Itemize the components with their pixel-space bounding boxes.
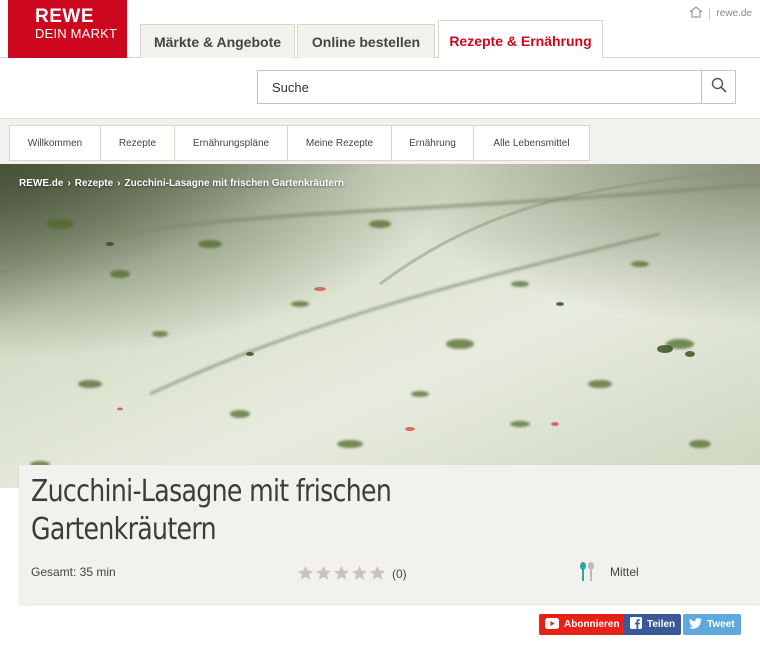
logo-tagline: DEIN MARKT [35, 26, 118, 41]
subnav-label: Willkommen [27, 137, 83, 149]
subnav-item-ernaehrungsplaene[interactable]: Ernährungspläne [175, 125, 288, 161]
breadcrumb-link-rezepte[interactable]: Rezepte [75, 178, 113, 189]
search-input[interactable] [258, 71, 701, 103]
search-box [257, 70, 736, 104]
search-bar-row [0, 58, 760, 118]
breadcrumb-current: Zucchini-Lasagne mit frischen Gartenkräu… [124, 178, 345, 189]
tab-online-bestellen[interactable]: Online bestellen [297, 24, 435, 59]
divider [709, 7, 711, 20]
twitter-icon [689, 617, 702, 632]
total-time: Gesamt: 35 min [31, 565, 116, 579]
home-icon[interactable] [689, 6, 703, 21]
star-icon [333, 565, 350, 586]
twitter-label: Tweet [707, 619, 735, 630]
subnav-label: Ernährung [409, 137, 456, 149]
recipe-header-card: Zucchini-Lasagne mit frischen Gartenkräu… [19, 465, 760, 604]
rating-count: (0) [392, 567, 407, 581]
star-icon [297, 565, 314, 586]
star-icon [315, 565, 332, 586]
facebook-label: Teilen [647, 619, 676, 630]
youtube-label: Abonnieren [564, 619, 620, 630]
rewe-logo[interactable]: REWE DEIN MARKT [8, 0, 127, 58]
youtube-subscribe-button[interactable]: Abonnieren [539, 614, 626, 635]
search-button[interactable] [701, 71, 735, 103]
difficulty-spoons-icon [579, 562, 597, 587]
tab-maerkte-angebote[interactable]: Märkte & Angebote [140, 24, 295, 59]
subnav-item-willkommen[interactable]: Willkommen [9, 125, 101, 161]
star-icon [351, 565, 368, 586]
facebook-icon [630, 617, 642, 632]
rating-stars[interactable] [297, 565, 386, 586]
youtube-icon [545, 617, 559, 632]
tab-label: Märkte & Angebote [153, 34, 282, 50]
twitter-tweet-button[interactable]: Tweet [683, 614, 741, 635]
recipe-hero-image: REWE.de › Rezepte › Zucchini-Lasagne mit… [0, 164, 760, 488]
star-icon [369, 565, 386, 586]
breadcrumb-link-home[interactable]: REWE.de [19, 178, 63, 189]
tab-rezepte-ernaehrung[interactable]: Rezepte & Ernährung [438, 20, 603, 60]
subnav: Willkommen Rezepte Ernährungspläne Meine… [9, 125, 590, 161]
logo-wordmark: REWE [35, 6, 94, 27]
recipe-title: Zucchini-Lasagne mit frischen Gartenkräu… [31, 474, 392, 547]
subnav-label: Alle Lebensmittel [493, 137, 570, 149]
breadcrumb: REWE.de › Rezepte › Zucchini-Lasagne mit… [19, 178, 344, 189]
subnav-label: Meine Rezepte [305, 137, 374, 149]
subnav-label: Ernährungspläne [192, 137, 270, 149]
top-utility-links: rewe.de [689, 6, 752, 21]
lasagne-photo [0, 164, 760, 488]
facebook-share-button[interactable]: Teilen [624, 614, 682, 635]
subnav-item-alle-lebensmittel[interactable]: Alle Lebensmittel [474, 125, 590, 161]
tab-label: Online bestellen [311, 34, 421, 50]
subnav-label: Rezepte [118, 137, 157, 149]
subnav-item-rezepte[interactable]: Rezepte [101, 125, 175, 161]
subnav-item-ernaehrung[interactable]: Ernährung [392, 125, 474, 161]
tab-label: Rezepte & Ernährung [449, 32, 592, 49]
difficulty-label: Mittel [610, 565, 639, 579]
search-icon [711, 77, 727, 98]
site-link[interactable]: rewe.de [716, 8, 752, 19]
subnav-bar: Willkommen Rezepte Ernährungspläne Meine… [0, 118, 760, 166]
site-header: REWE DEIN MARKT Märkte & Angebote Online… [0, 0, 760, 60]
breadcrumb-separator: › [67, 178, 71, 189]
subnav-item-meine-rezepte[interactable]: Meine Rezepte [288, 125, 392, 161]
breadcrumb-separator: › [117, 178, 121, 189]
